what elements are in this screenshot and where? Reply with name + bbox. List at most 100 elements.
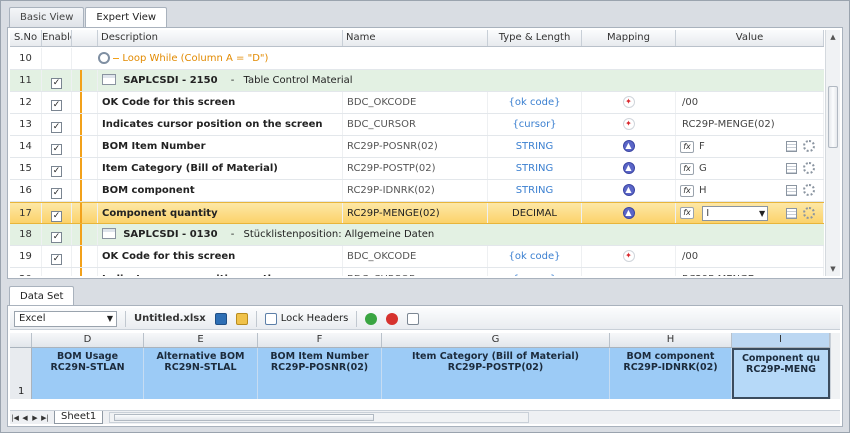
value-cell[interactable]: fx H xyxy=(676,180,824,201)
gear-icon[interactable] xyxy=(803,207,815,219)
value-cell[interactable]: RC29P-MENGE xyxy=(676,268,824,276)
folder-open-icon[interactable] xyxy=(235,312,248,325)
enable-checkbox[interactable]: ✓ xyxy=(51,166,62,177)
column-header[interactable]: H xyxy=(610,333,732,347)
corner-cell[interactable] xyxy=(10,333,32,347)
prev-sheet-icon[interactable]: ◀ xyxy=(20,414,30,422)
gear-icon[interactable] xyxy=(803,140,815,152)
enable-checkbox[interactable]: ✓ xyxy=(51,254,62,265)
value-cell[interactable]: fx I ▼ xyxy=(676,203,824,223)
function-icon[interactable]: fx xyxy=(680,140,694,153)
table-icon[interactable] xyxy=(786,185,797,196)
export-icon[interactable] xyxy=(407,312,420,325)
col-type[interactable]: Type & Length xyxy=(488,30,582,46)
pin-icon[interactable]: ✦ xyxy=(622,118,635,130)
loop-row[interactable]: 10 Loop While (Column A = "D") xyxy=(10,48,824,70)
enable-checkbox[interactable]: ✓ xyxy=(51,144,62,155)
sheet-cell[interactable]: BOM Usage RC29N-STLAN xyxy=(32,348,144,399)
enable-checkbox[interactable]: ✓ xyxy=(51,188,62,199)
enable-checkbox[interactable]: ✓ xyxy=(51,78,62,89)
screen-group-row[interactable]: 18 ✓ SAPLCSDI - 0130 - Stücklistenpositi… xyxy=(10,224,824,246)
field-value: H xyxy=(699,185,707,196)
column-header[interactable]: G xyxy=(382,333,610,347)
scroll-thumb[interactable] xyxy=(114,414,375,421)
grid-vertical-scrollbar[interactable]: ▲ ▼ xyxy=(825,30,840,276)
sheet-cell-selected[interactable]: Component qu RC29P-MENG xyxy=(732,348,830,399)
function-icon[interactable]: fx xyxy=(680,184,694,197)
function-icon[interactable]: fx xyxy=(680,162,694,175)
col-enable[interactable]: Enable xyxy=(42,30,72,46)
column-header-selected[interactable]: I xyxy=(732,333,830,347)
sheet-cell[interactable]: Alternative BOM RC29N-STLAL xyxy=(144,348,258,399)
value-dropdown[interactable]: I ▼ xyxy=(702,205,769,221)
separator: - xyxy=(230,75,235,86)
scroll-up-icon[interactable]: ▲ xyxy=(826,30,840,44)
arrow-up-icon[interactable]: ▲ xyxy=(622,162,635,174)
sheet-cell[interactable]: BOM component RC29P-IDNRK(02) xyxy=(610,348,732,399)
enable-checkbox[interactable]: ✓ xyxy=(51,232,62,243)
value-cell[interactable]: fx G xyxy=(676,158,824,179)
grid-header: S.No Enable Description Name Type & Leng… xyxy=(10,30,824,47)
gear-icon[interactable] xyxy=(803,184,815,196)
enable-checkbox[interactable]: ✓ xyxy=(51,211,62,222)
save-icon[interactable] xyxy=(214,312,227,325)
sheet-horizontal-scrollbar[interactable] xyxy=(109,412,530,423)
field-row[interactable]: 13 ✓ Indicates cursor position on the sc… xyxy=(10,114,824,136)
add-row-icon[interactable] xyxy=(365,312,378,325)
table-icon[interactable] xyxy=(786,141,797,152)
column-header[interactable]: E xyxy=(144,333,258,347)
scroll-thumb[interactable] xyxy=(828,86,838,148)
next-sheet-icon[interactable]: ▶ xyxy=(30,414,40,422)
value-cell[interactable]: /00 xyxy=(676,92,824,113)
magnifier-icon[interactable] xyxy=(98,52,110,64)
scroll-down-icon[interactable]: ▼ xyxy=(826,262,840,276)
last-sheet-icon[interactable]: ▶| xyxy=(40,414,50,422)
field-row[interactable]: 20 Indicates cursor position on the scre… xyxy=(10,268,824,276)
field-type: STRING xyxy=(488,158,582,179)
value-cell[interactable]: /00 xyxy=(676,246,824,267)
chevron-down-icon[interactable]: ▼ xyxy=(107,312,113,326)
arrow-up-icon[interactable]: ▲ xyxy=(622,184,635,196)
delete-row-icon[interactable] xyxy=(386,312,399,325)
selected-field-row[interactable]: 17 ✓ Component quantity RC29P-MENGE(02) … xyxy=(10,202,824,224)
tab-basic-view[interactable]: Basic View xyxy=(9,7,85,27)
table-icon[interactable] xyxy=(786,208,797,219)
tab-data-set[interactable]: Data Set xyxy=(9,286,75,307)
column-header[interactable]: F xyxy=(258,333,382,347)
sheet-cell[interactable]: BOM Item Number RC29P-POSNR(02) xyxy=(258,348,382,399)
field-row[interactable]: 14 ✓ BOM Item Number RC29P-POSNR(02) STR… xyxy=(10,136,824,158)
field-description: OK Code for this screen xyxy=(98,92,343,113)
row-header[interactable]: 1 xyxy=(10,348,32,399)
col-name[interactable]: Name xyxy=(343,30,488,46)
function-icon[interactable]: fx xyxy=(680,207,694,219)
col-sno[interactable]: S.No xyxy=(10,30,42,46)
enable-checkbox[interactable]: ✓ xyxy=(51,122,62,133)
arrow-up-icon[interactable]: ▲ xyxy=(622,207,635,219)
field-row[interactable]: 15 ✓ Item Category (Bill of Material) RC… xyxy=(10,158,824,180)
field-row[interactable]: 16 ✓ BOM component RC29P-IDNRK(02) STRIN… xyxy=(10,180,824,202)
value-cell[interactable]: fx F xyxy=(676,136,824,157)
pin-icon[interactable]: ✦ xyxy=(622,96,635,108)
lock-headers-icon[interactable] xyxy=(264,312,277,325)
format-select[interactable]: Excel ▼ xyxy=(14,310,117,327)
chevron-down-icon[interactable]: ▼ xyxy=(759,207,765,220)
lock-headers-button[interactable]: Lock Headers xyxy=(281,313,349,324)
first-sheet-icon[interactable]: |◀ xyxy=(10,414,20,422)
gear-icon[interactable] xyxy=(803,162,815,174)
enable-checkbox[interactable]: ✓ xyxy=(51,100,62,111)
col-description[interactable]: Description xyxy=(98,30,343,46)
table-icon[interactable] xyxy=(786,163,797,174)
tab-expert-view[interactable]: Expert View xyxy=(85,7,168,28)
field-row[interactable]: 19 ✓ OK Code for this screen BDC_OKCODE … xyxy=(10,246,824,268)
sheet-vertical-scrollbar[interactable] xyxy=(830,333,840,399)
col-mapping[interactable]: Mapping xyxy=(582,30,676,46)
sheet-cell[interactable]: Item Category (Bill of Material) RC29P-PO… xyxy=(382,348,610,399)
value-cell[interactable]: RC29P-MENGE(02) xyxy=(676,114,824,135)
col-value[interactable]: Value xyxy=(676,30,824,46)
arrow-up-icon[interactable]: ▲ xyxy=(622,140,635,152)
field-row[interactable]: 12 ✓ OK Code for this screen BDC_OKCODE … xyxy=(10,92,824,114)
pin-icon[interactable]: ✦ xyxy=(622,250,635,262)
column-header[interactable]: D xyxy=(32,333,144,347)
sheet-tab[interactable]: Sheet1 xyxy=(54,411,104,424)
screen-group-row[interactable]: 11 ✓ SAPLCSDI - 2150 - Table Control Mat… xyxy=(10,70,824,92)
